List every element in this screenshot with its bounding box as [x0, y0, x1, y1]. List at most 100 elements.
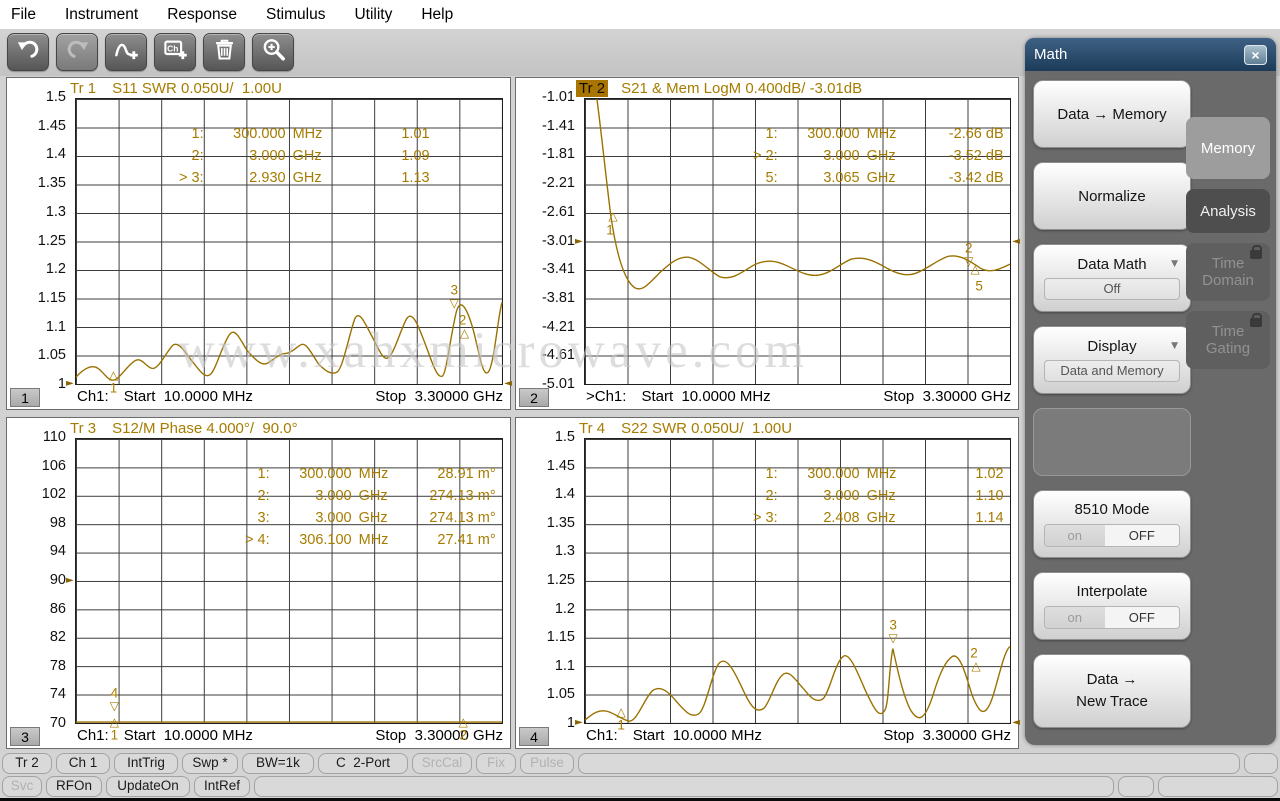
tab-label: Memory [1200, 139, 1256, 157]
trace-tag[interactable]: Tr 3 [67, 420, 99, 437]
reference-level-arrow-icon: ◄ [1012, 717, 1020, 728]
status-empty [254, 776, 1114, 797]
close-icon[interactable]: × [1244, 44, 1267, 65]
menu-instrument[interactable]: Instrument [65, 6, 138, 24]
y-axis-label: 102 [41, 486, 66, 503]
menu-response[interactable]: Response [167, 6, 237, 24]
channel-badge[interactable]: 3 [10, 727, 40, 746]
marker-unit: MHz [866, 466, 897, 483]
marker-num: 3: [257, 510, 270, 527]
toggle-off-option[interactable]: OFF [1104, 607, 1179, 628]
status-c-2-port[interactable]: C 2-Port [318, 753, 408, 774]
channel-badge[interactable]: 4 [519, 727, 549, 746]
plot-window-tr1[interactable]: Tr 1 S11 SWR 0.050U/ 1.00U 1.5 1.45 1.4 1.3… [6, 77, 512, 410]
tab-analysis[interactable]: Analysis [1186, 189, 1270, 233]
marker-val: 274.13 m° [429, 488, 496, 505]
add-channel-button[interactable]: Ch [154, 33, 196, 71]
status-ch-1[interactable]: Ch 1 [56, 753, 110, 774]
trace-marker-label: 5 [975, 277, 983, 293]
plot-window-tr3[interactable]: Tr 3 S12/M Phase 4.000°/ 90.0° 110 106 102… [6, 417, 511, 749]
data-math-state[interactable]: Off [1044, 278, 1180, 300]
y-axis-label: 98 [49, 514, 66, 531]
toggle-on-option[interactable]: on [1045, 607, 1105, 628]
trace-tag-selected[interactable]: Tr 2 [576, 79, 609, 97]
interpolate-toggle[interactable]: on OFF [1044, 606, 1180, 629]
menu-file[interactable]: File [11, 6, 36, 24]
marker-unit: MHz [358, 532, 389, 549]
marker-readout-row: 2: 3.000 GHz 1.10 [734, 485, 1004, 507]
marker-unit: MHz [358, 466, 389, 483]
data-to-new-trace-button[interactable]: Data → New Trace [1033, 654, 1191, 728]
reference-level-arrow-icon: ► [575, 235, 583, 247]
data-math-label: Data Math ▼ [1077, 256, 1178, 273]
start-freq: Start 10.0000 MHz [641, 388, 771, 405]
marker-unit: GHz [866, 170, 896, 187]
tab-time-domain: Time Domain [1186, 243, 1270, 301]
plot-grid[interactable]: 1: 300.000 MHz 1.01 2: 3.000 GHz 1.09 > 3: 2.930 G… [66, 98, 512, 395]
plot-window-tr2[interactable]: Tr 2 S21 & Mem LogM 0.400dB/ -3.01dB -1.… [515, 77, 1020, 410]
tab-memory[interactable]: Memory [1186, 117, 1270, 179]
marker-freq: 306.100 [299, 532, 352, 549]
chevron-down-icon: ▼ [1171, 259, 1178, 269]
trace-tag[interactable]: Tr 1 [67, 80, 99, 97]
menu-help[interactable]: Help [421, 6, 453, 24]
data-math-button[interactable]: Data Math ▼ Off [1033, 244, 1191, 312]
channel-badge[interactable]: 2 [519, 388, 549, 407]
status-tr-2[interactable]: Tr 2 [2, 753, 52, 774]
marker-num: 1: [191, 126, 204, 143]
channel-badge[interactable]: 1 [10, 388, 40, 407]
math-button-column: Data → Memory Normalize Data Math ▼ Off D… [1033, 80, 1191, 728]
zoom-button[interactable] [252, 33, 294, 71]
y-axis-label: -1.81 [541, 146, 575, 163]
marker-freq: 3.000 [315, 488, 352, 505]
data-to-memory-label: Data → Memory [1057, 105, 1167, 123]
math-tab-column: Memory Analysis Time Domain Time Gating [1186, 117, 1270, 369]
trace-marker-label: 3 [450, 282, 459, 298]
mode-8510-toggle[interactable]: on OFF [1044, 524, 1180, 547]
status-bar: Tr 2 Ch 1 IntTrig Swp * BW=1k C 2-Port SrcCal F… [0, 752, 1280, 798]
display-button[interactable]: Display ▼ Data and Memory [1033, 326, 1191, 394]
display-state[interactable]: Data and Memory [1044, 360, 1180, 382]
status-updateon[interactable]: UpdateOn [106, 776, 190, 797]
marker-readout-row: 2: 3.000 GHz 274.13 m° [226, 485, 496, 507]
marker-freq: 300.000 [299, 466, 352, 483]
undo-button[interactable] [7, 33, 49, 71]
plot-grid[interactable]: 1: 300.000 MHz -2.66 dB > 2: 3.000 GHz -3.52 dB… [575, 98, 1020, 385]
marker-unit: GHz [866, 148, 896, 165]
status-rfon[interactable]: RFOn [46, 776, 102, 797]
normalize-button[interactable]: Normalize [1033, 162, 1191, 230]
add-trace-button[interactable] [105, 33, 147, 71]
trace-marker-icon: △ [971, 659, 981, 674]
interpolate-button[interactable]: Interpolate on OFF [1033, 572, 1191, 640]
plot-window-tr4[interactable]: Tr 4 S22 SWR 0.050U/ 1.00U 1.5 1.45 1.4 1.3… [515, 417, 1020, 749]
toggle-on-option[interactable]: on [1045, 525, 1105, 546]
plot-grid[interactable]: 1: 300.000 MHz 28.91 m° 2: 3.000 GHz 274.13 m° 3… [66, 438, 503, 741]
status-inttrig[interactable]: IntTrig [114, 753, 178, 774]
y-axis-label: -3.41 [541, 261, 575, 278]
math-panel-header[interactable]: Math × [1025, 38, 1276, 71]
status-intref[interactable]: IntRef [194, 776, 250, 797]
plot-grid[interactable]: 1: 300.000 MHz 1.02 2: 3.000 GHz 1.10 > 3: 2.408 G… [575, 438, 1020, 731]
display-label: Display ▼ [1087, 338, 1178, 355]
marker-unit: GHz [866, 488, 896, 505]
status-bw-1k[interactable]: BW=1k [242, 753, 314, 774]
status-swp-[interactable]: Swp * [182, 753, 238, 774]
toggle-off-option[interactable]: OFF [1104, 525, 1179, 546]
menu-utility[interactable]: Utility [354, 6, 392, 24]
delete-button[interactable] [203, 33, 245, 71]
trace-marker-label: 1 [109, 380, 118, 396]
tab-time-gating: Time Gating [1186, 311, 1270, 369]
trace-marker-icon: △ [616, 704, 626, 719]
menu-stimulus[interactable]: Stimulus [266, 6, 325, 24]
mode-8510-button[interactable]: 8510 Mode on OFF [1033, 490, 1191, 558]
trace-tag[interactable]: Tr 4 [576, 420, 608, 437]
marker-readout-row: 1: 300.000 MHz 1.01 [160, 123, 430, 145]
y-axis-label: 1.05 [37, 347, 66, 364]
y-axis-label: 90 [49, 572, 66, 589]
plot-footer: 1 Ch1: Start 10.0000 MHz Stop 3.30000 GHz [7, 386, 510, 409]
add-trace-icon [113, 36, 140, 68]
data-to-memory-button[interactable]: Data → Memory [1033, 80, 1191, 148]
svg-text:Ch: Ch [167, 43, 178, 53]
marker-unit: GHz [292, 148, 322, 165]
start-freq: Start 10.0000 MHz [632, 727, 762, 744]
